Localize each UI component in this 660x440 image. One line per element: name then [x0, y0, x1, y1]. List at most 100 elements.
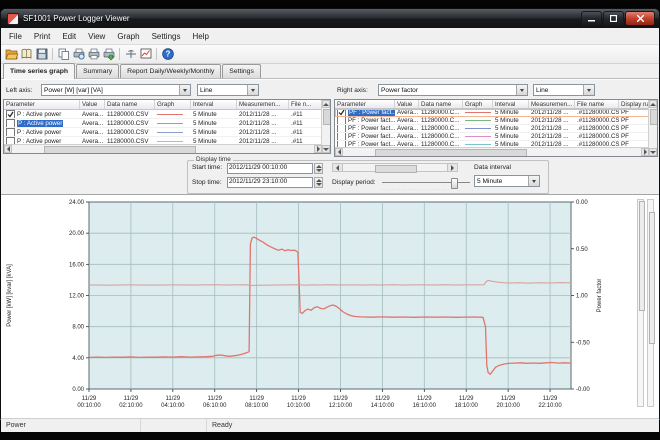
table-row[interactable]: PF : Power fact...Avera...11280000.C...5…: [335, 109, 657, 117]
maximize-button[interactable]: [603, 11, 624, 26]
parameter-text: P : Active power: [17, 111, 61, 118]
right-graph-type-select[interactable]: Line: [533, 84, 595, 96]
table-horizontal-scrollbar[interactable]: [4, 144, 322, 153]
menu-edit[interactable]: Edit: [56, 30, 82, 43]
table-row[interactable]: P : Active powerAvera...11280000.CSV5 Mi…: [4, 110, 330, 119]
tab-report-daily-weekly-monthly[interactable]: Report Daily/Weekly/Monthly: [120, 64, 221, 78]
print-button[interactable]: [86, 47, 101, 62]
table-row[interactable]: PF : Power fact...Avera...11280000.C...5…: [335, 125, 657, 133]
stop-time-field[interactable]: 2012/11/29 23:10:00: [227, 177, 313, 188]
graph-settings-icon: [139, 47, 153, 61]
close-button[interactable]: [625, 11, 655, 26]
open-file-button[interactable]: [4, 47, 19, 62]
data-cell: 2012/11/28 ...: [529, 109, 575, 116]
row-checkbox[interactable]: [337, 109, 346, 116]
column-header-parameter[interactable]: Parameter: [335, 100, 395, 108]
display-period-slider-ticks: ......................: [382, 186, 472, 191]
print-setup-button[interactable]: [101, 47, 116, 62]
menu-file[interactable]: File: [3, 30, 28, 43]
chevron-down-icon[interactable]: [583, 85, 594, 95]
title-bar[interactable]: SF1001 Power Logger Viewer: [1, 9, 659, 28]
minimize-button[interactable]: [581, 11, 602, 26]
tab-settings[interactable]: Settings: [222, 64, 261, 78]
data-interval-select[interactable]: 5 Minute: [474, 175, 540, 187]
series-color-swatch: [465, 112, 491, 113]
save-button[interactable]: [34, 47, 49, 62]
time-range-scrollbar[interactable]: [332, 163, 458, 172]
report-book-button[interactable]: [19, 47, 34, 62]
right-axis-zoom-thumb[interactable]: [649, 212, 655, 344]
column-header-measuremen-[interactable]: Measuremen...: [529, 100, 575, 108]
menu-view[interactable]: View: [82, 30, 111, 43]
graph-panel: 11/2900:10:0011/2902:10:0011/2904:10:001…: [1, 194, 659, 418]
open-file-icon: [5, 47, 19, 61]
table-row[interactable]: P : Active powerAvera...11280000.CSV5 Mi…: [4, 128, 330, 137]
row-checkbox[interactable]: [6, 128, 15, 136]
menu-graph[interactable]: Graph: [111, 30, 145, 43]
graph-style-cell: [155, 110, 191, 118]
row-checkbox[interactable]: [337, 125, 346, 132]
series-color-swatch: [465, 120, 491, 121]
graph-settings-button[interactable]: [138, 47, 153, 62]
start-time-field[interactable]: 2012/11/29 00:10:00: [227, 163, 313, 174]
column-header-data-name[interactable]: Data name: [419, 100, 463, 108]
menu-help[interactable]: Help: [186, 30, 214, 43]
left-axis-zoom-scrollbar[interactable]: [637, 199, 644, 407]
table-horizontal-scrollbar[interactable]: [335, 147, 649, 156]
maximize-icon: [610, 15, 617, 22]
row-checkbox[interactable]: [337, 117, 346, 124]
left-axis-zoom-thumb[interactable]: [639, 201, 645, 311]
time-range-scrollbar-thumb[interactable]: [375, 165, 417, 173]
column-header-measuremen-[interactable]: Measuremen...: [237, 100, 289, 109]
column-header-graph[interactable]: Graph: [155, 100, 191, 109]
chevron-down-icon[interactable]: [247, 85, 258, 95]
column-header-interval[interactable]: Interval: [191, 100, 237, 109]
table-row[interactable]: P : Active powerAvera...11280000.CSV5 Mi…: [4, 119, 330, 128]
table-vertical-scrollbar[interactable]: [648, 100, 657, 156]
chevron-down-icon[interactable]: [528, 176, 539, 186]
tab-summary[interactable]: Summary: [76, 64, 119, 78]
copy-button[interactable]: [56, 47, 71, 62]
stop-time-spinner[interactable]: [314, 177, 323, 188]
axis-settings-button[interactable]: [123, 47, 138, 62]
row-checkbox[interactable]: [6, 110, 15, 118]
right-axis-select[interactable]: Power factor: [378, 84, 528, 96]
chevron-down-icon[interactable]: [179, 85, 190, 95]
column-header-data-name[interactable]: Data name: [105, 100, 155, 109]
menu-print[interactable]: Print: [28, 30, 56, 43]
data-cell: Avera...: [80, 110, 105, 118]
tab-strip: Time series graphSummaryReport Daily/Wee…: [1, 64, 659, 79]
data-cell: 5 Minute: [493, 125, 529, 132]
column-header-file-n-[interactable]: File n...: [289, 100, 322, 109]
minimize-icon: [588, 15, 595, 22]
column-header-value[interactable]: Value: [80, 100, 105, 109]
table-vertical-scrollbar[interactable]: [321, 100, 330, 153]
column-header-parameter[interactable]: Parameter: [4, 100, 80, 109]
start-time-spinner[interactable]: [314, 163, 323, 174]
table-row[interactable]: PF : Power fact...Avera...11280000.C...5…: [335, 117, 657, 125]
row-checkbox[interactable]: [337, 133, 346, 140]
row-checkbox[interactable]: [6, 119, 15, 127]
tab-time-series-graph[interactable]: Time series graph: [3, 63, 75, 79]
data-cell: Avera...: [80, 128, 105, 136]
left-graph-type-select[interactable]: Line: [197, 84, 259, 96]
graph-style-cell: [463, 125, 493, 132]
column-header-graph[interactable]: Graph: [463, 100, 493, 108]
column-header-value[interactable]: Value: [395, 100, 419, 108]
x-tick-label: 11/2908:10:00: [245, 396, 269, 409]
check-icon: [7, 111, 14, 118]
y-left-tick-label: 0.00: [72, 387, 84, 393]
column-header-display-name[interactable]: Display name: [619, 100, 651, 108]
x-tick-label: 11/2902:10:00: [119, 396, 143, 409]
left-axis-select[interactable]: Power [W] [var] [VA]: [41, 84, 191, 96]
menu-settings[interactable]: Settings: [146, 30, 187, 43]
table-row[interactable]: PF : Power fact...Avera...11280000.C...5…: [335, 133, 657, 141]
help-button[interactable]: ?: [160, 47, 175, 62]
right-axis-zoom-scrollbar[interactable]: [647, 199, 654, 407]
column-header-interval[interactable]: Interval: [493, 100, 529, 108]
print-preview-button[interactable]: [71, 47, 86, 62]
column-header-file-name[interactable]: File name: [575, 100, 619, 108]
left-graph-type-value: Line: [200, 87, 212, 94]
chevron-down-icon[interactable]: [516, 85, 527, 95]
y-left-axis-title: Power [kW] [kvar] [kVA]: [7, 264, 13, 327]
